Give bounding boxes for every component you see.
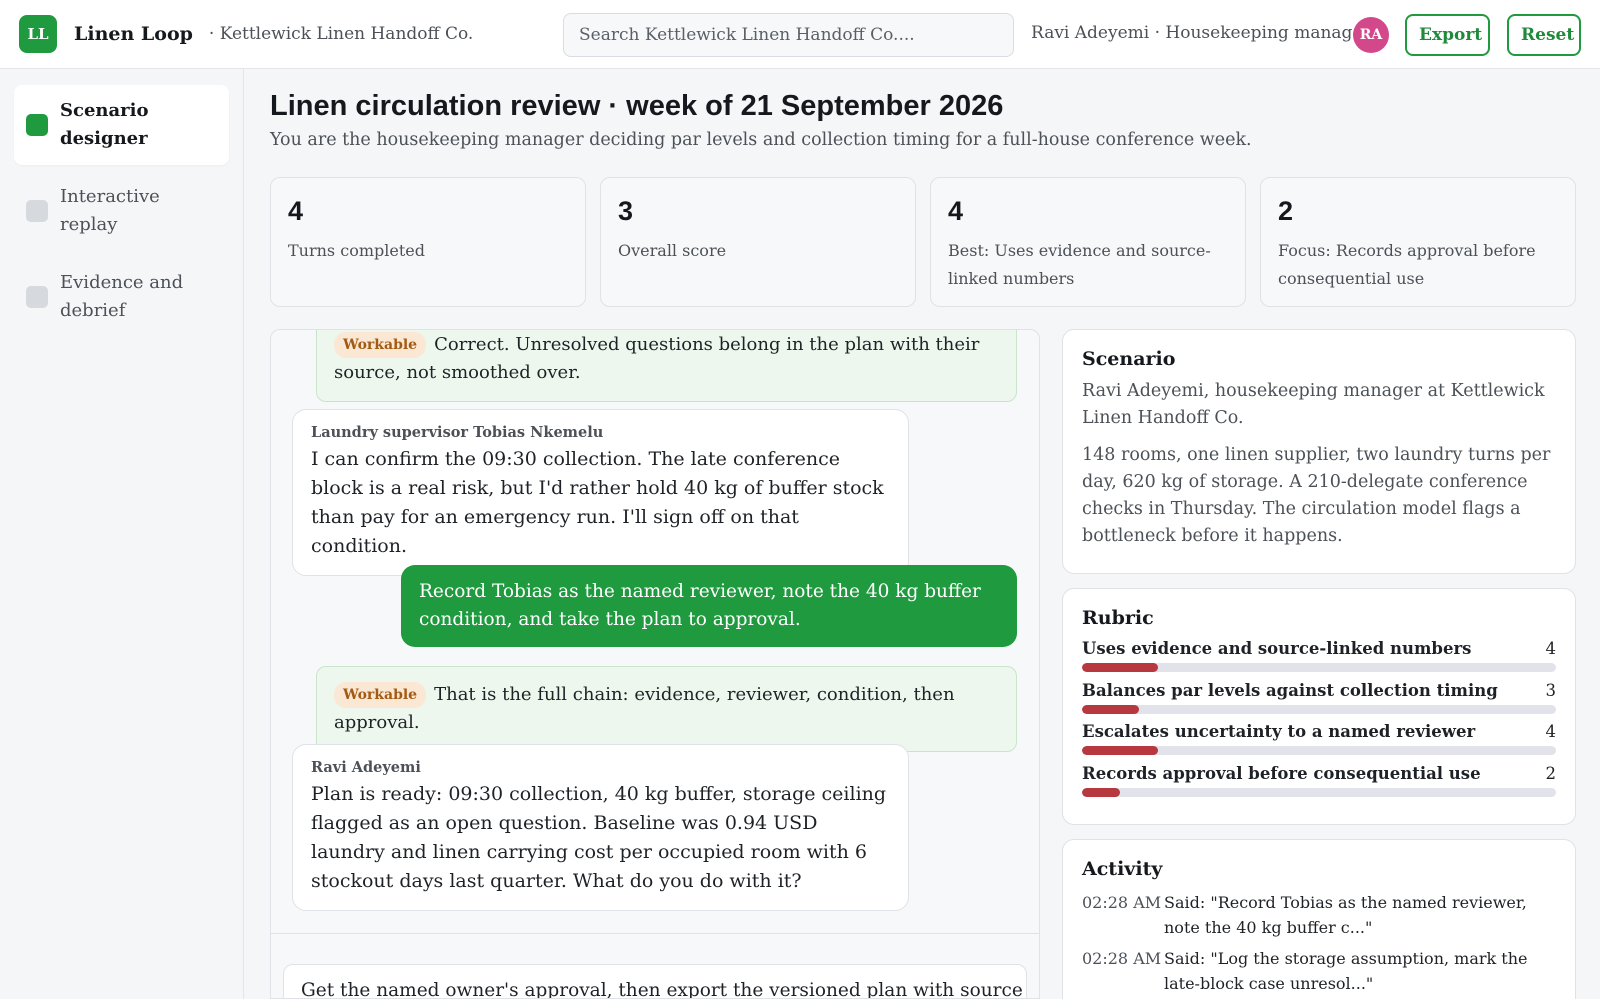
rubric-row: Escalates uncertainty to a named reviewe… (1082, 722, 1556, 764)
rubric-row: Records approval before consequential us… (1082, 764, 1556, 806)
scenario-text: 148 rooms, one linen supplier, two laund… (1082, 445, 1551, 546)
avatar[interactable]: RA (1353, 17, 1389, 53)
nav-indicator-icon (26, 200, 48, 222)
rubric-row: Uses evidence and source-linked numbers 4 (1082, 639, 1556, 681)
org-name: · Kettlewick Linen Handoff Co. (208, 24, 474, 44)
panel-title: Activity (1082, 858, 1163, 880)
sidebar-item-label: Interactive replay (60, 186, 160, 235)
feedback-card: Workable That is the full chain: evidence… (316, 666, 1017, 752)
rubric-criterion: Records approval before consequential us… (1082, 763, 1481, 783)
scenario-text: Ravi Adeyemi, housekeeping manager at Ke… (1082, 381, 1545, 428)
sidebar-item-label: Scenario designer (60, 100, 149, 149)
app-logo: LL (19, 15, 57, 53)
sidebar: Scenario designer Interactive replay Evi… (0, 69, 244, 999)
stat-card-focus: 2 Focus: Records approval before consequ… (1260, 177, 1576, 307)
stat-label: Overall score (618, 241, 727, 260)
rubric-criterion: Escalates uncertainty to a named reviewe… (1082, 722, 1476, 741)
activity-item: 02:28 AM Said: "Log the storage assumpti… (1082, 946, 1556, 996)
message-bubble: Ravi Adeyemi Plan is ready: 09:30 collec… (292, 744, 909, 911)
message-text: Plan is ready: 09:30 collection, 40 kg b… (311, 783, 887, 892)
rubric-bar-fill (1082, 746, 1158, 755)
export-button[interactable]: Export (1405, 14, 1490, 56)
stat-card-score: 3 Overall score (600, 177, 916, 307)
panel-title: Rubric (1082, 607, 1154, 629)
stat-label: Turns completed (288, 241, 425, 260)
rubric-score: 3 (1545, 680, 1557, 700)
sidebar-item-interactive-replay[interactable]: Interactive replay (14, 171, 229, 251)
nav-indicator-icon (26, 286, 48, 308)
feedback-text: Correct. Unresolved questions belong in … (334, 334, 980, 383)
rubric-bar-fill (1082, 787, 1120, 797)
rubric-row: Balances par levels against collection t… (1082, 681, 1556, 723)
message-text: I can confirm the 09:30 collection. The … (311, 448, 884, 557)
stat-value: 4 (948, 196, 964, 226)
stat-value: 3 (618, 196, 634, 226)
rubric-score: 4 (1545, 639, 1557, 658)
rubric-bar-track (1082, 663, 1556, 672)
message-author: Laundry supervisor Tobias Nkemelu (311, 424, 604, 441)
panel-title: Scenario (1082, 348, 1176, 370)
rubric-bar-track (1082, 787, 1556, 797)
activity-time: 02:28 AM (1082, 893, 1162, 912)
divider (271, 933, 1039, 934)
feedback-text: That is the full chain: evidence, review… (334, 684, 955, 733)
message-author: Ravi Adeyemi (311, 759, 421, 776)
scenario-panel: Scenario Ravi Adeyemi, housekeeping mana… (1062, 329, 1576, 574)
app-name: Linen Loop (74, 23, 193, 45)
sidebar-item-scenario-designer[interactable]: Scenario designer (14, 85, 229, 165)
status-badge: Workable (334, 332, 427, 358)
rubric-criterion: Balances par levels against collection t… (1082, 680, 1498, 700)
activity-item: 02:28 AM Said: "Record Tobias as the nam… (1082, 890, 1556, 940)
activity-time: 02:28 AM (1082, 949, 1162, 968)
reply-input[interactable]: Get the named owner's approval, then exp… (283, 964, 1027, 998)
stat-card-turns: 4 Turns completed (270, 177, 586, 307)
nav-indicator-icon (26, 114, 48, 136)
reset-button[interactable]: Reset (1507, 14, 1581, 56)
stat-card-best: 4 Best: Uses evidence and source-linked … (930, 177, 1246, 307)
rubric-bar-fill (1082, 704, 1139, 714)
sidebar-item-label: Evidence and debrief (60, 272, 184, 321)
rubric-panel: Rubric Uses evidence and source-linked n… (1062, 588, 1576, 825)
rubric-bar-track (1082, 746, 1556, 755)
rubric-criterion: Uses evidence and source-linked numbers (1082, 639, 1472, 658)
user-message-bubble: Record Tobias as the named reviewer, not… (401, 565, 1017, 647)
message-bubble: Laundry supervisor Tobias Nkemelu I can … (292, 409, 909, 576)
page-subtitle: You are the housekeeping manager decidin… (270, 130, 1252, 150)
rubric-score: 4 (1545, 722, 1557, 741)
stat-label: Focus: Records approval before consequen… (1278, 241, 1536, 288)
search-input[interactable] (563, 13, 1014, 57)
rubric-bar-fill (1082, 663, 1158, 672)
rubric-score: 2 (1545, 763, 1557, 783)
activity-text: Said: "Record Tobias as the named review… (1164, 893, 1527, 937)
stat-label: Best: Uses evidence and source-linked nu… (948, 241, 1211, 288)
status-badge: Workable (334, 682, 427, 708)
activity-text: Said: "Log the storage assumption, mark … (1164, 949, 1528, 993)
page-title: Linen circulation review · week of 21 Se… (270, 90, 1004, 122)
sidebar-item-evidence-debrief[interactable]: Evidence and debrief (14, 257, 204, 337)
user-name: Ravi Adeyemi · Housekeeping manager (1031, 23, 1371, 43)
rubric-bar-track (1082, 704, 1556, 714)
activity-panel: Activity 02:28 AM Said: "Record Tobias a… (1062, 839, 1576, 999)
conversation-panel[interactable]: Workable Correct. Unresolved questions be… (270, 329, 1040, 999)
stat-value: 4 (288, 196, 304, 226)
stat-value: 2 (1278, 196, 1294, 226)
feedback-card: Workable Correct. Unresolved questions be… (316, 330, 1017, 402)
